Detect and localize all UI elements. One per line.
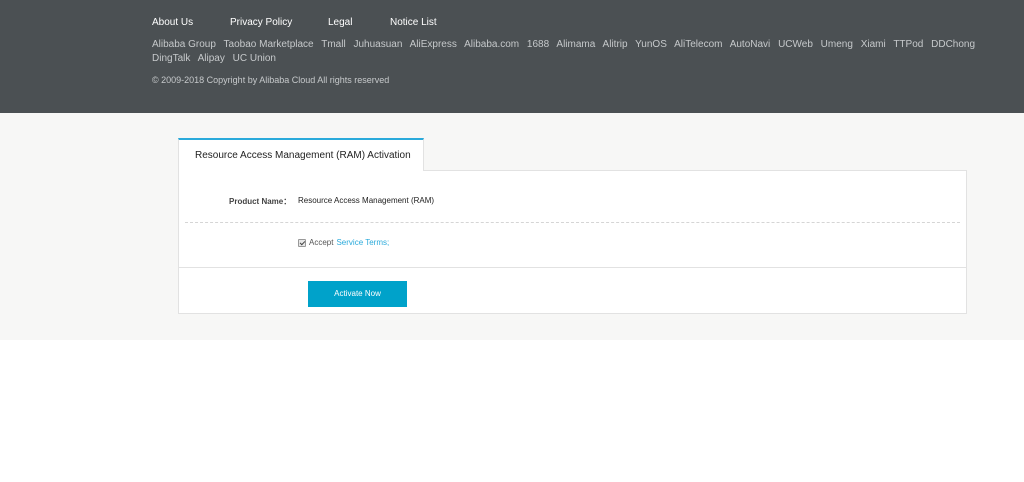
group-link-alipay[interactable]: Alipay (198, 53, 225, 64)
group-link-alitrip[interactable]: Alitrip (603, 39, 628, 50)
group-link-alimama[interactable]: Alimama (556, 39, 595, 50)
footer-main-links: About Us Privacy Policy Legal Notice Lis… (152, 17, 437, 28)
group-link-yunos[interactable]: YunOS (635, 39, 667, 50)
legal-link[interactable]: Legal (328, 17, 390, 28)
group-link-ttpod[interactable]: TTPod (893, 39, 923, 50)
group-link-alibaba-group[interactable]: Alibaba Group (152, 39, 216, 50)
product-name-label: Product Name： (229, 197, 292, 206)
group-link-xiami[interactable]: Xiami (861, 39, 886, 50)
divider (185, 222, 960, 223)
about-us-link[interactable]: About Us (152, 17, 230, 28)
form-section: Product Name： Resource Access Management… (179, 171, 966, 268)
service-terms-link[interactable]: Service Terms; (336, 238, 389, 247)
group-link-aliexpress[interactable]: AliExpress (410, 39, 457, 50)
activation-panel: Product Name： Resource Access Management… (178, 170, 967, 314)
footer-group-links: Alibaba Group Taobao Marketplace Tmall J… (152, 38, 1002, 66)
accept-label: Accept (309, 238, 334, 247)
privacy-policy-link[interactable]: Privacy Policy (230, 17, 328, 28)
group-link-alibaba-com[interactable]: Alibaba.com (464, 39, 519, 50)
group-link-tmall[interactable]: Tmall (321, 39, 345, 50)
accept-terms-checkbox[interactable] (298, 238, 306, 247)
group-link-1688[interactable]: 1688 (527, 39, 549, 50)
group-link-ucweb[interactable]: UCWeb (778, 39, 813, 50)
group-link-uc-union[interactable]: UC Union (233, 53, 276, 64)
group-link-umeng[interactable]: Umeng (821, 39, 853, 50)
group-link-dingtalk[interactable]: DingTalk (152, 53, 190, 64)
accept-terms-row: Accept Service Terms; (298, 238, 389, 247)
group-link-autonavi[interactable]: AutoNavi (730, 39, 771, 50)
activate-now-button[interactable]: Activate Now (308, 281, 407, 307)
site-footer: About Us Privacy Policy Legal Notice Lis… (0, 0, 1024, 113)
copyright-text: © 2009-2018 Copyright by Alibaba Cloud A… (152, 75, 390, 85)
group-link-alitelecom[interactable]: AliTelecom (674, 39, 722, 50)
group-link-juhuasuan[interactable]: Juhuasuan (353, 39, 402, 50)
tab-ram-activation[interactable]: Resource Access Management (RAM) Activat… (178, 138, 424, 171)
product-name-value: Resource Access Management (RAM) (298, 196, 435, 205)
group-link-ddchong[interactable]: DDChong (931, 39, 975, 50)
notice-list-link[interactable]: Notice List (390, 17, 437, 28)
group-link-taobao-marketplace[interactable]: Taobao Marketplace (224, 39, 314, 50)
